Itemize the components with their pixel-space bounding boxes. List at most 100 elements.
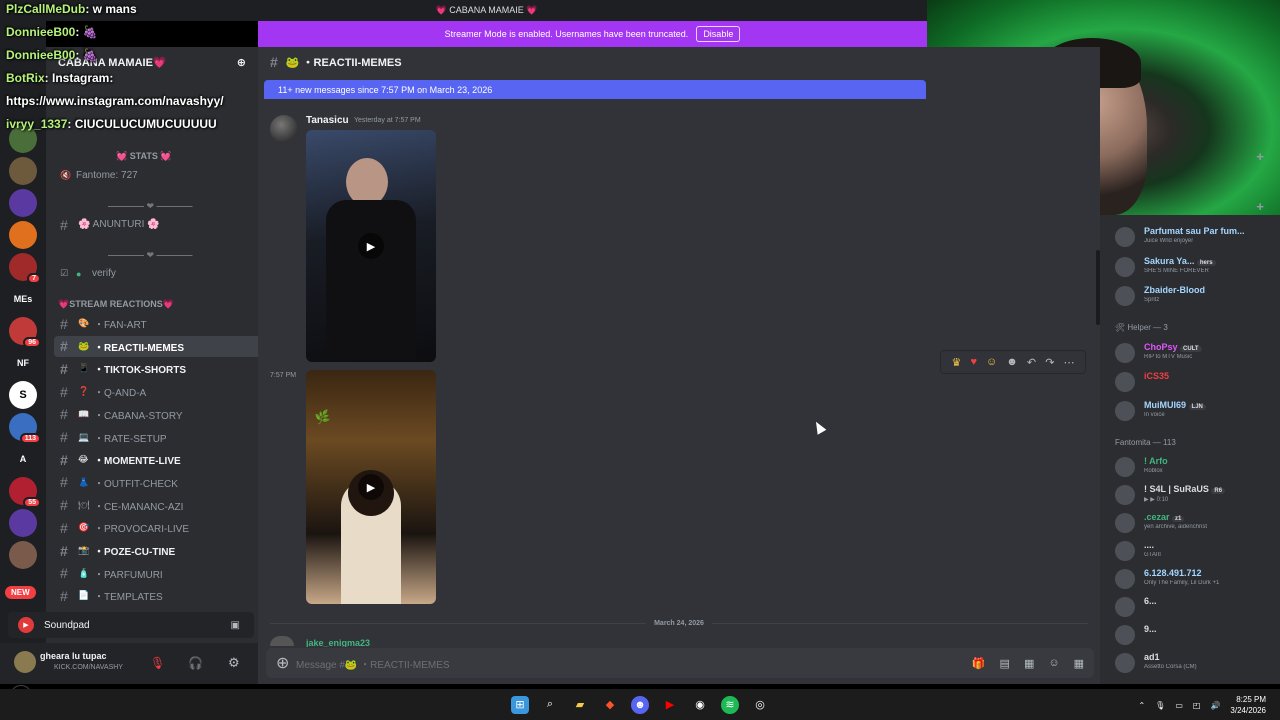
video-attachment[interactable]: 🌿 ▶ — [306, 370, 436, 604]
laugh-reaction-icon[interactable]: ☺ — [986, 356, 997, 368]
heart-reaction-icon[interactable]: ♥ — [970, 356, 977, 368]
brave-icon[interactable]: ◆ — [601, 696, 619, 714]
member-item[interactable]: ChoPsy CULT RIP to MTV Music — [1115, 341, 1280, 367]
plus-icon[interactable]: ⊕ — [276, 653, 296, 673]
plus-icon[interactable]: + — [1256, 199, 1264, 214]
steam-icon[interactable]: ◎ — [751, 696, 769, 714]
avatar[interactable] — [1115, 286, 1135, 306]
member-item[interactable]: Sakura Ya... hers SHE'S MINE FOREVER — [1115, 255, 1280, 281]
crown-reaction-icon[interactable]: ♛ — [952, 356, 962, 369]
video-attachment[interactable]: ▶ — [306, 130, 436, 362]
avatar[interactable] — [1115, 401, 1135, 421]
avatar[interactable] — [270, 636, 294, 646]
server-icon[interactable]: A — [9, 445, 37, 473]
composer-input[interactable]: Message #🐸 ・REACTII-MEMES — [296, 656, 450, 671]
microphone-icon[interactable]: 🎙 — [1155, 701, 1165, 710]
clock[interactable]: 8:25 PM 3/24/2026 — [1230, 694, 1266, 716]
message-author[interactable]: Tanasicu — [306, 115, 349, 126]
server-icon[interactable] — [9, 189, 37, 217]
new-messages-bar[interactable]: 11+ new messages since 7:57 PM on March … — [264, 80, 926, 99]
emoji-icon[interactable]: ☺ — [1048, 657, 1059, 670]
server-icon[interactable] — [9, 509, 37, 537]
spotify-icon[interactable]: ≋ — [721, 695, 739, 714]
avatar[interactable] — [1115, 541, 1135, 561]
settings-icon[interactable]: ⚙ — [228, 655, 240, 671]
member-item[interactable]: Zbaider-Blood Spritz — [1115, 284, 1280, 310]
avatar[interactable] — [270, 115, 298, 143]
file-explorer-icon[interactable]: ▰ — [571, 696, 589, 714]
member-list: Parfumat sau Par fum... Juice Wrld enjoye… — [1100, 215, 1280, 684]
server-icon[interactable]: NF — [9, 349, 37, 377]
member-item[interactable]: ad1 Assetto Corsa (CM) — [1115, 651, 1280, 677]
avatar[interactable] — [1115, 227, 1135, 247]
volume-icon[interactable]: 🔊 — [1210, 701, 1220, 710]
avatar[interactable] — [1115, 597, 1135, 617]
member-item[interactable]: .... GTAIII — [1115, 539, 1280, 565]
avatar[interactable] — [1115, 457, 1135, 477]
channel-label: ・MOMENTE-LIVE — [94, 456, 181, 468]
server-icon[interactable]: 55 — [9, 477, 41, 508]
sticker-icon[interactable]: ▦ — [1024, 657, 1034, 670]
server-icon[interactable]: 113 — [9, 413, 41, 444]
message-actions: ♛ ♥ ☺ ☻ ↶ ↷ ⋯ — [940, 350, 1086, 374]
avatar[interactable] — [1115, 256, 1135, 277]
more-icon[interactable]: ⋯ — [1063, 356, 1074, 369]
server-icon[interactable] — [9, 221, 37, 249]
disable-button[interactable]: Disable — [696, 26, 741, 42]
obs-icon[interactable]: ◉ — [691, 696, 709, 714]
youtube-icon[interactable]: ▶ — [661, 696, 679, 714]
gift-icon[interactable]: 🎁 — [972, 657, 986, 670]
message-composer[interactable]: ⊕ Message #🐸 ・REACTII-MEMES 🎁 ▤ ▦ ☺ ▦ — [266, 648, 1094, 678]
avatar[interactable] — [1115, 569, 1135, 589]
soundpad-settings-icon[interactable]: ▣ — [231, 620, 240, 631]
add-reaction-icon[interactable]: ☻ — [1006, 356, 1018, 368]
server-icon[interactable]: MEs — [9, 285, 37, 313]
server-icon-label: S — [19, 389, 27, 401]
avatar[interactable] — [1115, 653, 1135, 673]
channel-label: ・REACTII-MEMES — [94, 342, 184, 354]
next-message-author[interactable]: jake_enigma23 — [306, 638, 370, 647]
server-icon[interactable]: 96 — [9, 317, 41, 348]
channel-label: ・Q-AND-A — [94, 388, 147, 400]
channel-emoji: 📸 — [78, 545, 90, 555]
avatar[interactable] — [1115, 372, 1135, 392]
gif-icon[interactable]: ▤ — [1000, 657, 1010, 670]
server-icon[interactable]: S — [9, 381, 37, 409]
mic-muted-icon[interactable]: 🎙 — [150, 656, 165, 670]
member-item[interactable]: 6.128.491.712 Only The Family, Lil Durk +… — [1115, 567, 1280, 593]
deafen-icon[interactable]: 🎧 — [188, 656, 203, 670]
reply-icon[interactable]: ↶ — [1027, 356, 1036, 369]
apps-icon[interactable]: ▦ — [1074, 657, 1084, 670]
windows-start-icon[interactable]: ⊞ — [511, 695, 529, 714]
display-icon[interactable]: ▭ — [1175, 701, 1183, 710]
member-item[interactable]: MuiMUI69 LJN In voice — [1115, 399, 1280, 425]
chevron-up-icon[interactable]: ⌃ — [1138, 701, 1145, 710]
play-icon[interactable]: ▶ — [358, 474, 384, 500]
member-item[interactable]: 6... — [1115, 595, 1280, 621]
server-icon[interactable]: 7 — [9, 253, 41, 284]
avatar[interactable] — [1115, 625, 1135, 645]
member-item[interactable]: 9... — [1115, 623, 1280, 649]
member-item[interactable]: ! S4L | SuRaUS R6 ▶ ▶ 0:10 — [1115, 483, 1280, 509]
member-item[interactable]: iCS35 — [1115, 370, 1280, 396]
server-icon[interactable] — [9, 157, 37, 185]
member-item[interactable]: ! Arfo Roblox — [1115, 455, 1280, 481]
avatar[interactable] — [1115, 485, 1135, 505]
discord-icon[interactable]: ☻ — [631, 695, 649, 714]
member-item[interactable]: .cezar z1 yen archive, aidenchrist — [1115, 511, 1280, 537]
avatar[interactable] — [1115, 513, 1135, 533]
plus-icon[interactable]: + — [1256, 149, 1264, 164]
member-name: Parfumat sau Par fum... — [1144, 226, 1245, 236]
new-badge[interactable]: NEW — [5, 586, 36, 599]
add-member-icon[interactable]: ⊕ — [237, 56, 246, 69]
avatar[interactable] — [1115, 343, 1135, 363]
forward-icon[interactable]: ↷ — [1045, 356, 1054, 369]
stream-chat-line: https://www.instagram.com/navashyy/ — [6, 94, 224, 108]
avatar[interactable] — [14, 651, 36, 673]
member-item[interactable]: Parfumat sau Par fum... Juice Wrld enjoye… — [1115, 225, 1280, 251]
network-icon[interactable]: ◰ — [1193, 701, 1201, 710]
play-icon[interactable]: ▶ — [358, 233, 384, 259]
server-icon[interactable] — [9, 541, 37, 569]
soundpad-bar[interactable]: ▶ Soundpad ▣ — [8, 612, 254, 638]
search-icon[interactable]: ⌕ — [541, 696, 559, 714]
